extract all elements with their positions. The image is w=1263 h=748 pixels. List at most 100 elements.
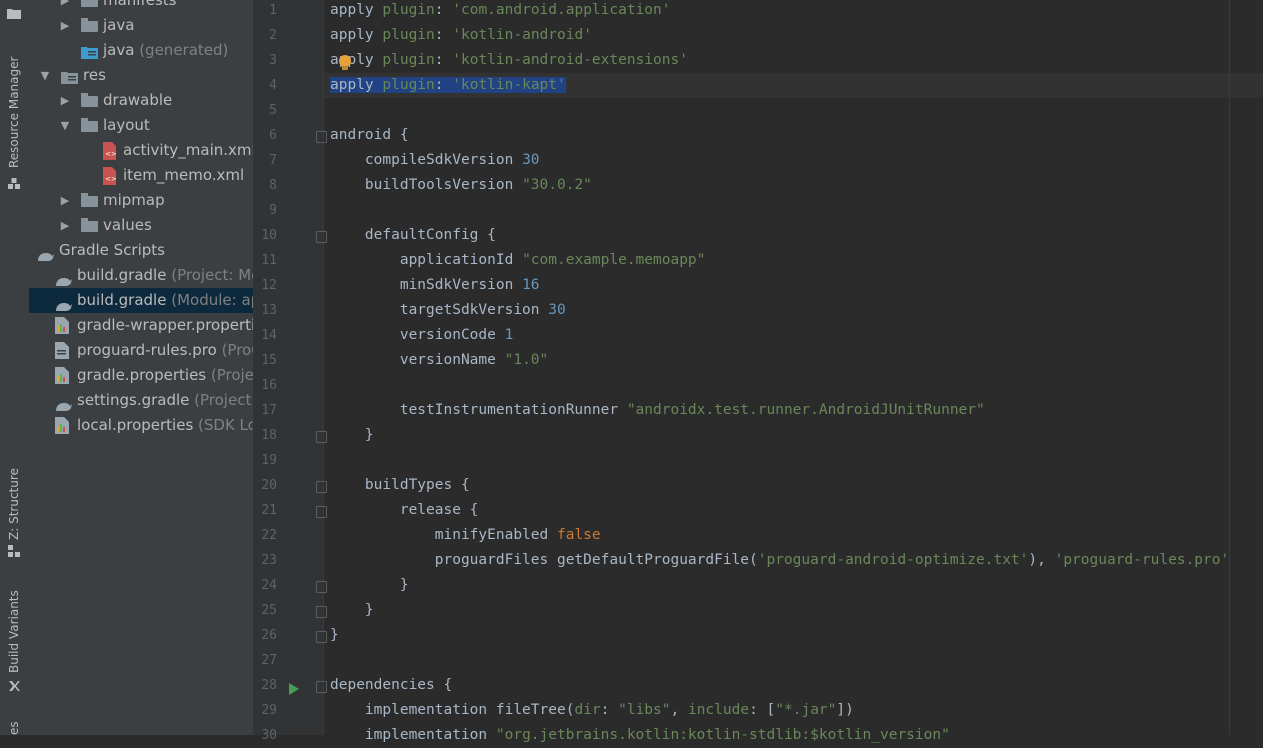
project-tree: ▶ manifests ▶ java java (generated) ▼ res ▶ draw… — [29, 0, 253, 735]
code-line[interactable]: targetSdkVersion 30 — [330, 298, 566, 323]
tree-item[interactable]: ▼ layout — [29, 113, 253, 138]
tree-item[interactable]: local.properties (SDK Location) — [29, 413, 253, 438]
tree-item[interactable]: gradle-wrapper.properties (Gradle Versio… — [29, 313, 253, 338]
code-line[interactable]: dependencies { — [330, 673, 452, 698]
tree-item[interactable]: ▼ res — [29, 63, 253, 88]
line-number: 17 — [261, 403, 277, 418]
chevron-right-icon[interactable]: ▶ — [59, 0, 71, 13]
tree-item-label: item_memo.xml — [123, 166, 245, 184]
xml-file-icon: <> — [101, 167, 118, 185]
tree-item-label: layout — [103, 116, 150, 134]
build-variants-icon — [9, 681, 20, 691]
properties-icon — [55, 367, 69, 384]
folder-icon — [81, 118, 98, 132]
code-line[interactable]: defaultConfig { — [330, 223, 496, 248]
folder-icon — [81, 218, 98, 232]
resource-manager-label: Resource Manager — [7, 56, 21, 168]
tree-item-label: Gradle Scripts — [59, 241, 165, 259]
code-line[interactable]: minifyEnabled false — [330, 523, 601, 548]
chevron-right-icon[interactable]: ▶ — [59, 213, 71, 238]
tree-item-hint: (SDK Location) — [198, 416, 253, 434]
svg-text:<>: <> — [105, 175, 117, 183]
code-line[interactable]: implementation "org.jetbrains.kotlin:kot… — [330, 723, 950, 748]
code-line[interactable]: apply plugin: 'kotlin-kapt' — [330, 73, 566, 98]
chevron-down-icon[interactable]: ▼ — [59, 113, 71, 138]
tree-item-hint: (generated) — [134, 41, 229, 59]
tree-item-label: values — [103, 216, 152, 234]
properties-icon — [55, 317, 69, 334]
code-line[interactable]: } — [330, 623, 339, 648]
line-number: 25 — [261, 603, 277, 618]
code-line[interactable]: } — [330, 573, 409, 598]
tree-item[interactable]: <> item_memo.xml — [29, 163, 253, 188]
project-tool-button[interactable] — [0, 0, 29, 36]
right-margin-guide — [1229, 0, 1230, 735]
tree-item[interactable]: proguard-rules.pro (ProGuard Rules) — [29, 338, 253, 363]
code-line[interactable]: applicationId "com.example.memoapp" — [330, 248, 706, 273]
code-line[interactable]: android { — [330, 123, 409, 148]
code-line[interactable]: versionName "1.0" — [330, 348, 548, 373]
code-line[interactable]: buildToolsVersion "30.0.2" — [330, 173, 592, 198]
tree-item[interactable]: build.gradle (Module: app) — [29, 288, 253, 313]
tree-item-label: gradle-wrapper.properties (Gradle Versio… — [77, 316, 253, 334]
gradle-icon — [55, 270, 73, 286]
resource-manager-icon — [8, 178, 20, 189]
tree-item[interactable]: gradle.properties (Project Properties) — [29, 363, 253, 388]
xml-file-icon: <> — [101, 142, 118, 160]
structure-tab[interactable]: Z: Structure — [0, 462, 29, 562]
tree-item-label: gradle.properties (Project Properties) — [77, 363, 253, 388]
tree-item-label: settings.gradle (Project Settings) — [77, 388, 253, 413]
tree-item-label: mipmap — [103, 191, 165, 209]
chevron-down-icon[interactable]: ▼ — [39, 63, 51, 88]
gradle-icon — [55, 395, 73, 411]
code-line[interactable]: versionCode 1 — [330, 323, 514, 348]
structure-icon — [8, 545, 20, 557]
tree-item[interactable]: settings.gradle (Project Settings) — [29, 388, 253, 413]
line-number: 29 — [261, 703, 277, 718]
bottom-tab-label: es — [7, 721, 21, 735]
chevron-right-icon[interactable]: ▶ — [59, 188, 71, 213]
line-number: 28 — [261, 678, 277, 693]
tree-item[interactable]: java (generated) — [29, 38, 253, 63]
bottom-tab-partial[interactable]: es — [0, 715, 29, 735]
code-line[interactable]: proguardFiles getDefaultProguardFile('pr… — [330, 548, 1229, 573]
code-line[interactable]: testInstrumentationRunner "androidx.test… — [330, 398, 985, 423]
line-number: 13 — [261, 303, 277, 318]
line-number: 11 — [261, 253, 277, 268]
code-line[interactable]: } — [330, 423, 374, 448]
lightbulb-base — [342, 66, 348, 70]
code-line[interactable]: apply plugin: 'kotlin-android-extensions… — [330, 48, 688, 73]
tree-item[interactable]: ▶ mipmap — [29, 188, 253, 213]
res-folder-icon — [61, 68, 78, 84]
code-line[interactable]: } — [330, 598, 374, 623]
resource-manager-tab[interactable]: Resource Manager — [0, 40, 29, 195]
line-number: 20 — [261, 478, 277, 493]
code-line[interactable]: implementation fileTree(dir: "libs", inc… — [330, 698, 854, 723]
tree-item[interactable]: ▶ manifests — [29, 0, 253, 13]
tree-item[interactable]: ▶ drawable — [29, 88, 253, 113]
tree-item[interactable]: ▶ values — [29, 213, 253, 238]
build-variants-label: Build Variants — [7, 590, 21, 673]
code-line[interactable]: apply plugin: 'com.android.application' — [330, 0, 671, 23]
tree-item-hint: (Project Settings) — [194, 391, 253, 409]
tree-item[interactable]: ▼Gradle Scripts — [29, 238, 253, 263]
tree-item[interactable]: build.gradle (Project: MemoApp) — [29, 263, 253, 288]
code-line[interactable]: buildTypes { — [330, 473, 470, 498]
code-line[interactable]: compileSdkVersion 30 — [330, 148, 540, 173]
code-editor[interactable]: apply plugin: 'com.android.application' a… — [324, 0, 1263, 743]
line-number: 9 — [269, 203, 277, 218]
build-variants-tab[interactable]: Build Variants — [0, 585, 29, 695]
tree-item-hint: (Project Properties) — [210, 366, 253, 384]
chevron-right-icon[interactable]: ▶ — [59, 13, 71, 38]
tree-item[interactable]: ▶ java — [29, 13, 253, 38]
tree-item[interactable]: <> activity_main.xml — [29, 138, 253, 163]
chevron-right-icon[interactable]: ▶ — [59, 88, 71, 113]
structure-label: Z: Structure — [7, 468, 21, 540]
text-file-icon — [55, 342, 69, 359]
code-line[interactable]: release { — [330, 498, 479, 523]
run-icon[interactable] — [289, 680, 299, 699]
line-number: 12 — [261, 278, 277, 293]
code-line[interactable]: minSdkVersion 16 — [330, 273, 540, 298]
code-line[interactable]: apply plugin: 'kotlin-android' — [330, 23, 592, 48]
folder-icon — [81, 0, 98, 7]
